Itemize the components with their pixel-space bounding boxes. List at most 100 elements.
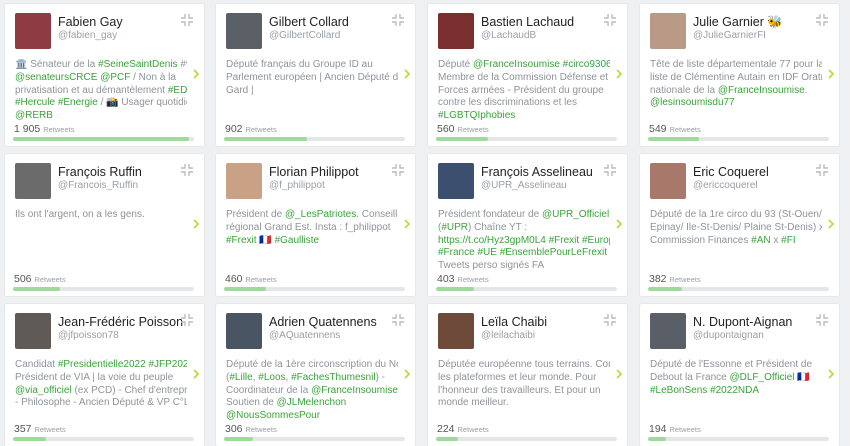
bio-link[interactable]: #LeBonSens bbox=[650, 385, 707, 396]
profile-name[interactable]: Gilbert Collard bbox=[269, 15, 349, 29]
profile-name[interactable]: Bastien Lachaud bbox=[481, 15, 574, 29]
chevron-right-icon[interactable] bbox=[403, 216, 411, 226]
bio-link[interactable]: @FranceInsoumise bbox=[473, 59, 560, 70]
profile-name[interactable]: François Asselineau bbox=[481, 165, 593, 179]
bio-link[interactable]: #Energie bbox=[58, 97, 98, 108]
bio-link[interactable]: #Loos bbox=[258, 372, 285, 383]
chevron-right-icon[interactable] bbox=[403, 66, 411, 76]
chevron-right-icon[interactable] bbox=[827, 66, 835, 76]
profile-handle[interactable]: @leilachaibi bbox=[481, 330, 535, 341]
avatar[interactable] bbox=[438, 163, 474, 199]
profile-handle[interactable]: @AQuatennens bbox=[269, 330, 340, 341]
chevron-right-icon[interactable] bbox=[192, 366, 200, 376]
bio-link[interactable]: @NousSommesPour bbox=[226, 410, 320, 421]
bio-link[interactable]: #LGBTQIphobies bbox=[438, 110, 515, 121]
profile-card[interactable]: François Ruffin@Francois_RuffinIls ont l… bbox=[5, 154, 204, 296]
collapse-icon[interactable] bbox=[391, 313, 405, 327]
profile-handle[interactable]: @ericcoquerel bbox=[693, 180, 758, 191]
profile-handle[interactable]: @GilbertCollard bbox=[269, 30, 340, 41]
bio-link[interactable]: #UE bbox=[477, 247, 496, 258]
bio-link[interactable]: #UPR bbox=[441, 222, 468, 233]
bio-link[interactable]: #FI bbox=[781, 235, 795, 246]
profile-name[interactable]: Adrien Quatennens bbox=[269, 315, 377, 329]
chevron-right-icon[interactable] bbox=[615, 366, 623, 376]
chevron-right-icon[interactable] bbox=[192, 66, 200, 76]
profile-name[interactable]: Fabien Gay bbox=[58, 15, 123, 29]
profile-name[interactable]: Jean-Frédéric Poisson bbox=[58, 315, 183, 329]
profile-name[interactable]: Florian Philippot bbox=[269, 165, 359, 179]
bio-link[interactable]: #Gaulliste bbox=[275, 235, 319, 246]
collapse-icon[interactable] bbox=[815, 13, 829, 27]
bio-link[interactable]: @lesinsoumisdu77 bbox=[650, 97, 735, 108]
avatar[interactable] bbox=[650, 313, 686, 349]
bio-link[interactable]: @JLMelenchon bbox=[277, 397, 347, 408]
collapse-icon[interactable] bbox=[603, 13, 617, 27]
avatar[interactable] bbox=[15, 163, 51, 199]
avatar[interactable] bbox=[226, 13, 262, 49]
collapse-icon[interactable] bbox=[391, 163, 405, 177]
profile-card[interactable]: N. Dupont-Aignan@dupontaignanDéputé de l… bbox=[640, 304, 839, 446]
bio-link[interactable]: #SeineSaintDenis bbox=[98, 59, 178, 70]
profile-name[interactable]: François Ruffin bbox=[58, 165, 142, 179]
bio-link[interactable]: #Hercule bbox=[15, 97, 55, 108]
avatar[interactable] bbox=[15, 313, 51, 349]
bio-link[interactable]: @_LesPatriotes bbox=[285, 209, 356, 220]
bio-link[interactable]: #circo9306 bbox=[563, 59, 610, 70]
chevron-right-icon[interactable] bbox=[827, 366, 835, 376]
avatar[interactable] bbox=[650, 13, 686, 49]
avatar[interactable] bbox=[226, 313, 262, 349]
profile-handle[interactable]: @jfpoisson78 bbox=[58, 330, 119, 341]
bio-link[interactable]: @FranceInsoumise bbox=[718, 85, 805, 96]
collapse-icon[interactable] bbox=[180, 313, 194, 327]
collapse-icon[interactable] bbox=[815, 313, 829, 327]
bio-link[interactable]: @RERB bbox=[15, 110, 53, 121]
profile-name[interactable]: Julie Garnier 🐝 bbox=[693, 15, 783, 30]
bio-link[interactable]: #JFP2022 bbox=[148, 359, 187, 370]
bio-link[interactable]: @DLF_Officiel bbox=[730, 372, 795, 383]
profile-handle[interactable]: @Francois_Ruffin bbox=[58, 180, 138, 191]
bio-link[interactable]: #Lille bbox=[229, 372, 252, 383]
profile-card[interactable]: Bastien Lachaud@LachaudBDéputé @FranceIn… bbox=[428, 4, 627, 146]
profile-name[interactable]: Leïla Chaibi bbox=[481, 315, 547, 329]
profile-handle[interactable]: @fabien_gay bbox=[58, 30, 117, 41]
bio-link[interactable]: #EnsemblePourLeFrexit bbox=[500, 247, 607, 258]
bio-link[interactable]: #2022NDA bbox=[710, 385, 759, 396]
profile-card[interactable]: Adrien Quatennens@AQuatennensDéputé de l… bbox=[216, 304, 415, 446]
avatar[interactable] bbox=[438, 13, 474, 49]
profile-name[interactable]: N. Dupont-Aignan bbox=[693, 315, 792, 329]
profile-card[interactable]: Florian Philippot@f_philippotPrésident d… bbox=[216, 154, 415, 296]
bio-link[interactable]: #Europe bbox=[582, 235, 610, 246]
bio-link[interactable]: #Frexit bbox=[549, 235, 580, 246]
avatar[interactable] bbox=[226, 163, 262, 199]
chevron-right-icon[interactable] bbox=[615, 216, 623, 226]
profile-card[interactable]: François Asselineau@UPR_AsselineauPrésid… bbox=[428, 154, 627, 296]
collapse-icon[interactable] bbox=[603, 163, 617, 177]
profile-card[interactable]: Fabien Gay@fabien_gay🏛️ Sénateur de la #… bbox=[5, 4, 204, 146]
avatar[interactable] bbox=[650, 163, 686, 199]
bio-link[interactable]: #Presidentielle2022 bbox=[58, 359, 146, 370]
bio-link[interactable]: #France bbox=[438, 247, 475, 258]
chevron-right-icon[interactable] bbox=[827, 216, 835, 226]
bio-link[interactable]: @via_officiel bbox=[15, 385, 72, 396]
chevron-right-icon[interactable] bbox=[403, 366, 411, 376]
bio-link[interactable]: #EDF bbox=[168, 85, 187, 96]
chevron-right-icon[interactable] bbox=[615, 66, 623, 76]
profile-card[interactable]: Eric Coquerel@ericcoquerelDéputé de la 1… bbox=[640, 154, 839, 296]
profile-card[interactable]: Leïla Chaibi@leilachaibiDéputée européen… bbox=[428, 304, 627, 446]
avatar[interactable] bbox=[438, 313, 474, 349]
bio-link[interactable]: https://t.co/Hyz3gpM0L4 bbox=[438, 235, 546, 246]
profile-handle[interactable]: @f_philippot bbox=[269, 180, 325, 191]
profile-handle[interactable]: @JulieGarnierFI bbox=[693, 30, 766, 41]
bio-link[interactable]: #AN bbox=[751, 235, 770, 246]
bio-link[interactable]: @FranceInsoumise bbox=[311, 385, 398, 396]
collapse-icon[interactable] bbox=[391, 13, 405, 27]
chevron-right-icon[interactable] bbox=[192, 216, 200, 226]
bio-link[interactable]: #Frexit bbox=[226, 235, 257, 246]
profile-card[interactable]: Gilbert Collard@GilbertCollardDéputé fra… bbox=[216, 4, 415, 146]
avatar[interactable] bbox=[15, 13, 51, 49]
profile-card[interactable]: Jean-Frédéric Poisson@jfpoisson78Candida… bbox=[5, 304, 204, 446]
profile-name[interactable]: Eric Coquerel bbox=[693, 165, 769, 179]
profile-handle[interactable]: @LachaudB bbox=[481, 30, 536, 41]
profile-card[interactable]: Julie Garnier 🐝@JulieGarnierFITête de li… bbox=[640, 4, 839, 146]
collapse-icon[interactable] bbox=[180, 13, 194, 27]
